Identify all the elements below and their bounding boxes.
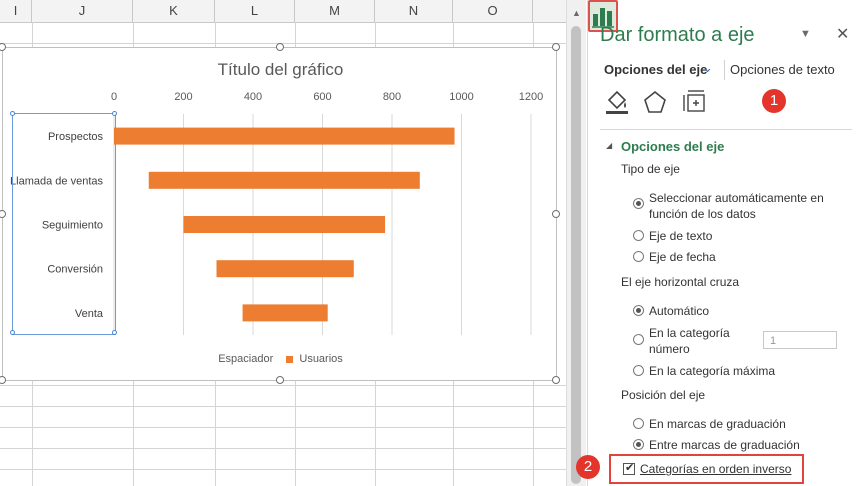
grid-line <box>0 385 566 386</box>
category-number-input[interactable]: 1 <box>763 331 837 349</box>
radio-label-axis-text[interactable]: Eje de texto <box>649 228 712 244</box>
chart-legend[interactable]: Espaciador Usuarios <box>3 353 558 365</box>
callout-badge-1: 1 <box>762 89 786 113</box>
radio-label-axis-auto-line2: función de los datos <box>649 207 756 221</box>
tab-axis-options[interactable]: Opciones del eje <box>604 62 707 77</box>
radio-position-between-ticks[interactable] <box>633 439 644 450</box>
column-header-bar: I J K L M N O <box>0 0 566 23</box>
radio-cross-category[interactable] <box>633 334 644 345</box>
vertical-scrollbar[interactable]: ▲ <box>566 0 586 486</box>
resize-handle-bottom[interactable] <box>276 376 284 384</box>
radio-label-axis-auto[interactable]: Seleccionar automáticamente en función d… <box>649 190 824 222</box>
collapse-triangle-icon[interactable]: ◢ <box>606 141 612 150</box>
x-tick-label: 1200 <box>519 91 543 103</box>
effects-icon[interactable] <box>641 88 669 116</box>
resize-handle-bottom-right[interactable] <box>552 376 560 384</box>
x-tick-label: 400 <box>244 91 262 103</box>
reverse-order-checkbox[interactable] <box>623 461 635 475</box>
reverse-order-label[interactable]: Categorías en orden inverso <box>640 462 791 476</box>
grid-line <box>0 406 566 407</box>
chevron-down-icon[interactable]: ⌄ <box>702 60 713 76</box>
legend-item-spacer: Espaciador <box>218 353 274 366</box>
column-header-i[interactable]: I <box>0 0 32 22</box>
radio-cross-max[interactable] <box>633 365 644 376</box>
tab-text-options[interactable]: Opciones de texto <box>730 62 835 77</box>
pane-options-dropdown-icon[interactable]: ▼ <box>800 28 811 40</box>
radio-label-position-on-ticks[interactable]: En marcas de graduación <box>649 416 786 432</box>
radio-cross-auto[interactable] <box>633 305 644 316</box>
category-axis-selection[interactable] <box>10 111 117 335</box>
bar-users <box>183 216 386 233</box>
legend-item-users: Usuarios <box>299 353 343 366</box>
column-header-n[interactable]: N <box>375 0 453 22</box>
column-header-m[interactable]: M <box>295 0 375 22</box>
selection-handle[interactable] <box>10 111 15 116</box>
grid-line <box>0 469 566 470</box>
legend-swatch-users <box>286 355 294 363</box>
radio-axis-text[interactable] <box>633 230 644 241</box>
radio-label-position-between-ticks[interactable]: Entre marcas de graduación <box>649 437 800 453</box>
x-tick-label: 200 <box>174 91 192 103</box>
format-axis-pane: Dar formato a eje ▼ ✕ Opciones del eje ⌄… <box>576 0 856 486</box>
radio-label-cross-max[interactable]: En la categoría máxima <box>649 363 775 379</box>
bar-users <box>216 260 354 278</box>
column-header-j[interactable]: J <box>32 0 133 22</box>
funnel-chart[interactable]: Título del gráfico 0 200 400 600 800 1000 1200… <box>0 43 560 384</box>
resize-handle-right[interactable] <box>552 210 560 218</box>
column-header-k[interactable]: K <box>133 0 215 22</box>
resize-handle-top[interactable] <box>276 43 284 51</box>
reverse-order-highlight: Categorías en orden inverso <box>609 454 804 484</box>
selection-handle[interactable] <box>10 330 15 335</box>
tab-separator <box>724 60 725 80</box>
radio-axis-date[interactable] <box>633 251 644 262</box>
cross-label: El eje horizontal cruza <box>621 275 740 289</box>
callout-badge-2: 2 <box>576 455 600 479</box>
radio-label-cross-category[interactable]: En la categoría número <box>649 325 730 357</box>
column-header-l[interactable]: L <box>215 0 295 22</box>
radio-label-axis-auto-line1: Seleccionar automáticamente en <box>649 191 824 205</box>
bar-users <box>114 127 455 145</box>
x-tick-label: 1000 <box>449 91 473 103</box>
grid-line <box>0 448 566 449</box>
scroll-up-arrow-icon[interactable]: ▲ <box>567 8 586 22</box>
x-tick-label: 800 <box>383 91 401 103</box>
resize-handle-bottom-left[interactable] <box>0 376 6 384</box>
fill-line-icon[interactable] <box>603 88 631 116</box>
x-tick-label: 600 <box>313 91 331 103</box>
radio-label-cross-category-line2: número <box>649 342 690 356</box>
axis-type-label: Tipo de eje <box>621 162 680 176</box>
close-icon[interactable]: ✕ <box>836 24 849 44</box>
pane-title: Dar formato a eje <box>600 24 755 46</box>
spreadsheet-grid[interactable]: I J K L M N O Título del gráfico 0 200 400… <box>0 0 566 486</box>
position-label: Posición del eje <box>621 388 706 402</box>
radio-label-cross-category-line1: En la categoría <box>649 326 730 340</box>
selection-handle[interactable] <box>112 111 117 116</box>
grid-line <box>0 427 566 428</box>
bar-users <box>148 171 420 189</box>
radio-position-on-ticks[interactable] <box>633 418 644 429</box>
resize-handle-top-right[interactable] <box>552 43 560 51</box>
pane-divider <box>600 129 852 130</box>
selection-handle[interactable] <box>112 330 117 335</box>
radio-axis-auto[interactable] <box>633 198 644 209</box>
radio-label-axis-date[interactable]: Eje de fecha <box>649 249 716 265</box>
section-axis-options[interactable]: Opciones del eje <box>621 139 724 154</box>
bar-users <box>242 304 328 322</box>
radio-label-cross-auto[interactable]: Automático <box>649 303 709 319</box>
column-header-o[interactable]: O <box>453 0 533 22</box>
scrollbar-thumb[interactable] <box>571 26 581 484</box>
x-tick-label: 0 <box>111 91 117 103</box>
size-properties-icon[interactable] <box>681 88 709 116</box>
